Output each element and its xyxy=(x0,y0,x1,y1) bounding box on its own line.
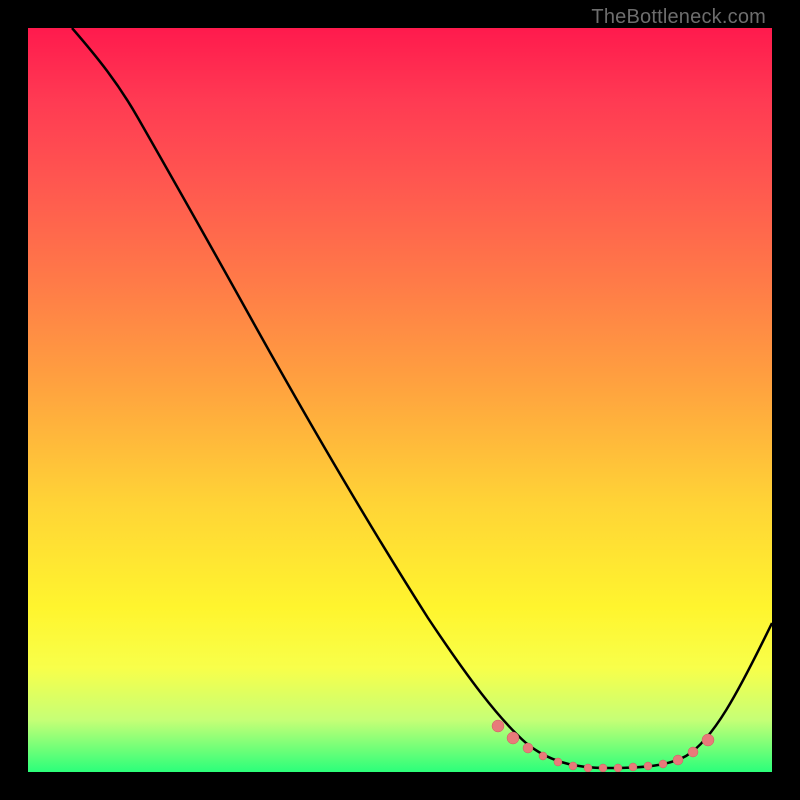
bottleneck-curve-svg xyxy=(28,28,772,772)
chart-plot-area xyxy=(28,28,772,772)
bottleneck-curve xyxy=(72,28,772,768)
highlight-dots xyxy=(492,720,714,772)
watermark-text: TheBottleneck.com xyxy=(591,6,766,29)
